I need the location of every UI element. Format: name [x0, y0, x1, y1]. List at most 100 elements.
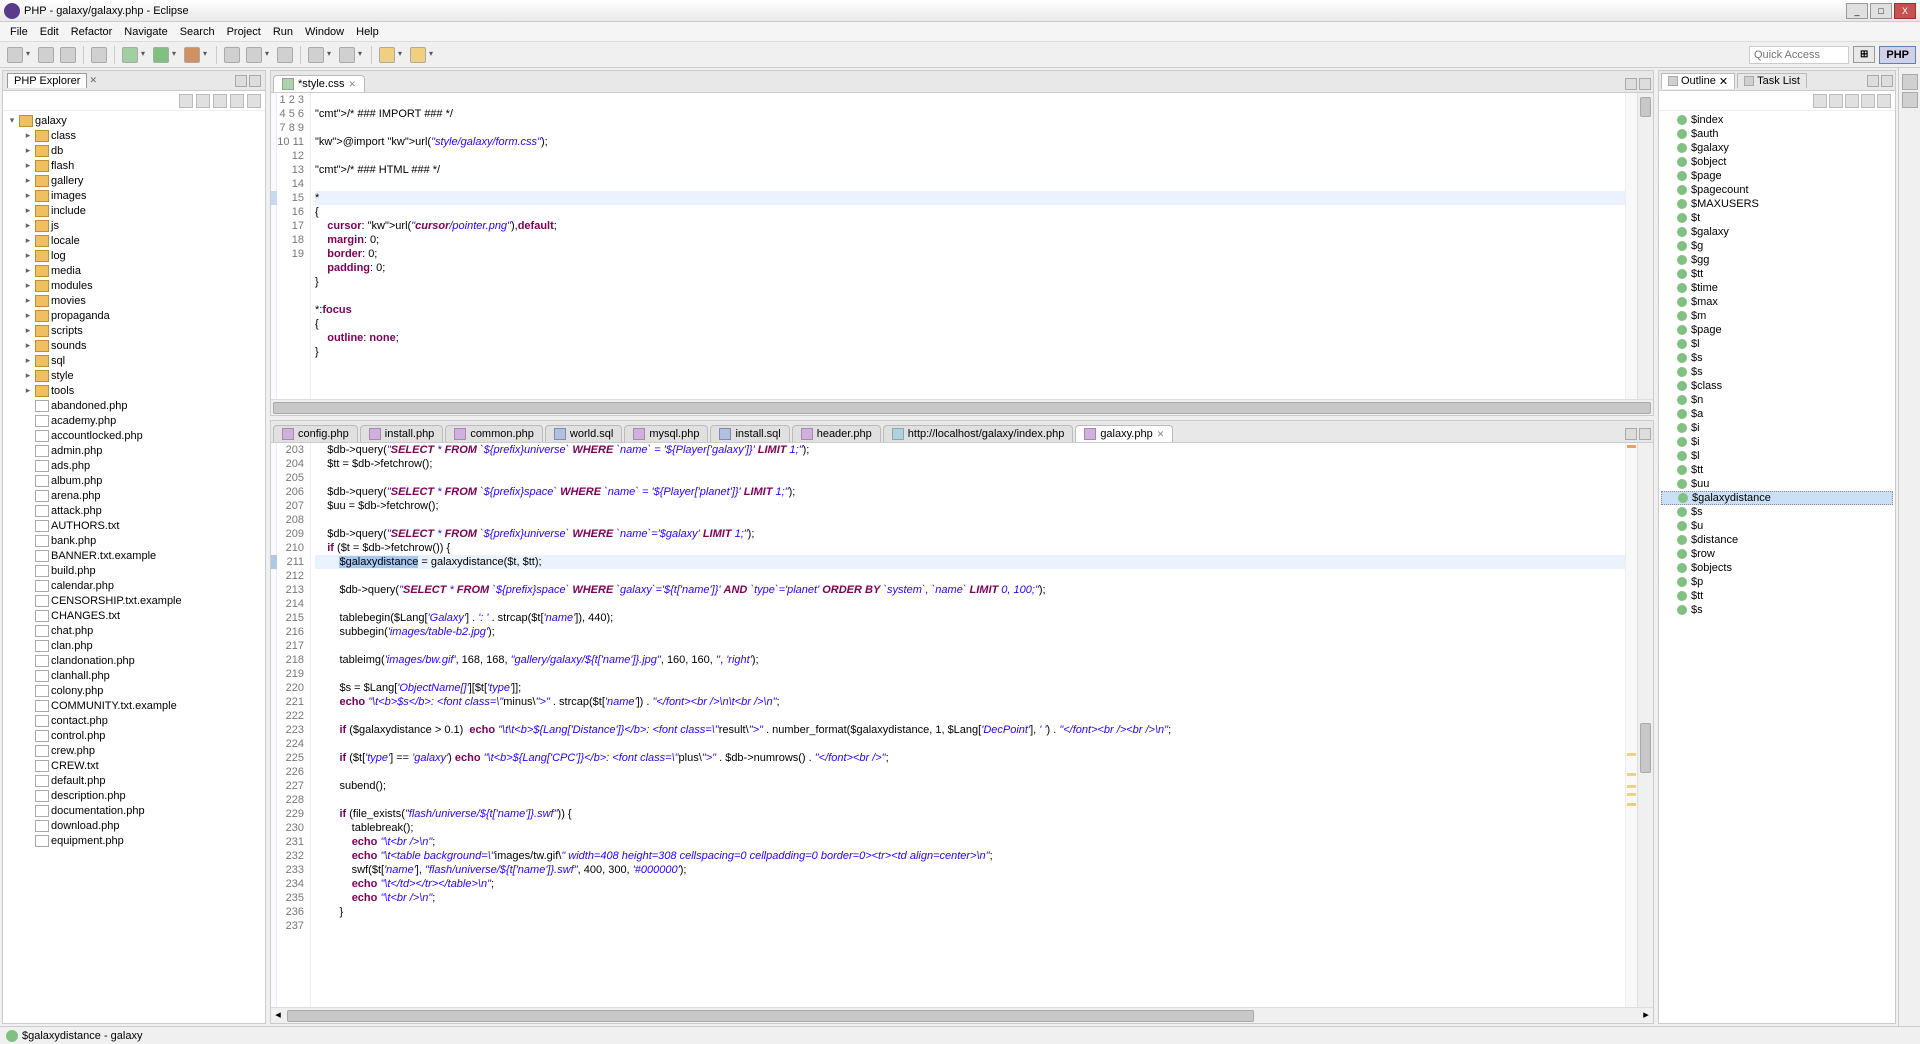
outline-item[interactable]: $auth [1661, 127, 1893, 141]
file-BANNER.txt.example[interactable]: BANNER.txt.example [3, 548, 265, 563]
folder-class[interactable]: ▸class [3, 128, 265, 143]
outline-item[interactable]: $s [1661, 505, 1893, 519]
editor-maximize-icon[interactable] [1639, 428, 1651, 440]
save-all-icon[interactable] [60, 47, 76, 63]
outline-item[interactable]: $time [1661, 281, 1893, 295]
open-type-icon[interactable] [246, 47, 262, 63]
sort-icon[interactable] [1813, 94, 1827, 108]
outline-item[interactable]: $i [1661, 435, 1893, 449]
editor-tab-0[interactable]: config.php [273, 425, 358, 442]
editor-tab-7[interactable]: http://localhost/galaxy/index.php [883, 425, 1074, 442]
collapse-all-icon[interactable] [213, 94, 227, 108]
trim-icon-2[interactable] [1902, 92, 1918, 108]
view-menu-icon[interactable] [247, 94, 261, 108]
external-tools-icon[interactable] [184, 47, 200, 63]
folder-sql[interactable]: ▸sql [3, 353, 265, 368]
file-CHANGES.txt[interactable]: CHANGES.txt [3, 608, 265, 623]
file-contact.php[interactable]: contact.php [3, 713, 265, 728]
bottom-hscrollbar[interactable]: ◂ ▸ [271, 1007, 1653, 1023]
menu-window[interactable]: Window [299, 26, 350, 38]
new-icon[interactable] [7, 47, 23, 63]
last-edit-dropdown[interactable] [327, 47, 336, 63]
external-tools-dropdown[interactable] [203, 47, 212, 63]
folder-flash[interactable]: ▸flash [3, 158, 265, 173]
folder-tools[interactable]: ▸tools [3, 383, 265, 398]
outline-item[interactable]: $s [1661, 351, 1893, 365]
php-perspective-button[interactable]: PHP [1879, 46, 1916, 64]
hide-nonpublic-icon[interactable] [1877, 94, 1891, 108]
file-documentation.php[interactable]: documentation.php [3, 803, 265, 818]
outline-item[interactable]: $n [1661, 393, 1893, 407]
style-css-tab[interactable]: *style.css ✕ [273, 75, 365, 92]
bottom-code-area[interactable]: 203 204 205 206 207 208 209 210 211 212 … [271, 443, 1653, 1007]
file-description.php[interactable]: description.php [3, 788, 265, 803]
open-type-dropdown[interactable] [265, 47, 274, 63]
search-icon[interactable] [277, 47, 293, 63]
forward-dropdown[interactable] [429, 47, 438, 63]
save-icon[interactable] [38, 47, 54, 63]
folder-gallery[interactable]: ▸gallery [3, 173, 265, 188]
outline-item[interactable]: $tt [1661, 589, 1893, 603]
folder-log[interactable]: ▸log [3, 248, 265, 263]
outline-item[interactable]: $g [1661, 239, 1893, 253]
new-php-icon[interactable] [224, 47, 240, 63]
file-clandonation.php[interactable]: clandonation.php [3, 653, 265, 668]
folder-db[interactable]: ▸db [3, 143, 265, 158]
next-annotation-dropdown[interactable] [358, 47, 367, 63]
close-button[interactable]: X [1894, 3, 1916, 19]
outline-item[interactable]: $i [1661, 421, 1893, 435]
forward-icon[interactable] [410, 47, 426, 63]
file-equipment.php[interactable]: equipment.php [3, 833, 265, 848]
filter-icon[interactable] [1829, 94, 1843, 108]
outline-item[interactable]: $a [1661, 407, 1893, 421]
editor-tab-6[interactable]: header.php [792, 425, 881, 442]
outline-item[interactable]: $l [1661, 337, 1893, 351]
explorer-minimize-icon[interactable] [235, 75, 247, 87]
outline-item[interactable]: $tt [1661, 267, 1893, 281]
outline-item[interactable]: $t [1661, 211, 1893, 225]
explorer-tree[interactable]: ▾galaxy▸class▸db▸flash▸gallery▸images▸in… [3, 111, 265, 1023]
editor-tab-8[interactable]: galaxy.php✕ [1075, 425, 1173, 442]
menu-refactor[interactable]: Refactor [65, 26, 119, 38]
skip-breakpoints-icon[interactable] [91, 47, 107, 63]
editor-tab-2[interactable]: common.php [445, 425, 543, 442]
folder-media[interactable]: ▸media [3, 263, 265, 278]
outline-item[interactable]: $p [1661, 575, 1893, 589]
last-edit-icon[interactable] [308, 47, 324, 63]
file-ads.php[interactable]: ads.php [3, 458, 265, 473]
file-crew.php[interactable]: crew.php [3, 743, 265, 758]
file-COMMUNITY.txt.example[interactable]: COMMUNITY.txt.example [3, 698, 265, 713]
file-colony.php[interactable]: colony.php [3, 683, 265, 698]
editor-maximize-icon[interactable] [1639, 78, 1651, 90]
file-default.php[interactable]: default.php [3, 773, 265, 788]
file-accountlocked.php[interactable]: accountlocked.php [3, 428, 265, 443]
file-control.php[interactable]: control.php [3, 728, 265, 743]
tab-close-icon[interactable]: ✕ [1157, 429, 1165, 440]
menu-navigate[interactable]: Navigate [118, 26, 173, 38]
folder-images[interactable]: ▸images [3, 188, 265, 203]
view-minimize-icon[interactable] [1867, 75, 1879, 87]
tasklist-tab[interactable]: Task List [1737, 73, 1807, 88]
file-build.php[interactable]: build.php [3, 563, 265, 578]
outline-item[interactable]: $class [1661, 379, 1893, 393]
debug-dropdown[interactable] [141, 47, 150, 63]
outline-item[interactable]: $row [1661, 547, 1893, 561]
maximize-button[interactable]: □ [1870, 3, 1892, 19]
view-maximize-icon[interactable] [1881, 75, 1893, 87]
back-history-icon[interactable] [179, 94, 193, 108]
quick-access-input[interactable] [1749, 46, 1849, 64]
trim-icon-1[interactable] [1902, 74, 1918, 90]
outline-item[interactable]: $objects [1661, 561, 1893, 575]
outline-item[interactable]: $tt [1661, 463, 1893, 477]
file-clan.php[interactable]: clan.php [3, 638, 265, 653]
file-calendar.php[interactable]: calendar.php [3, 578, 265, 593]
file-CENSORSHIP.txt.example[interactable]: CENSORSHIP.txt.example [3, 593, 265, 608]
menu-file[interactable]: File [4, 26, 34, 38]
menu-search[interactable]: Search [174, 26, 221, 38]
outline-item[interactable]: $gg [1661, 253, 1893, 267]
outline-item[interactable]: $s [1661, 603, 1893, 617]
outline-item[interactable]: $galaxy [1661, 225, 1893, 239]
bottom-vscrollbar[interactable] [1637, 443, 1653, 1007]
outline-item[interactable]: $page [1661, 169, 1893, 183]
debug-icon[interactable] [122, 47, 138, 63]
